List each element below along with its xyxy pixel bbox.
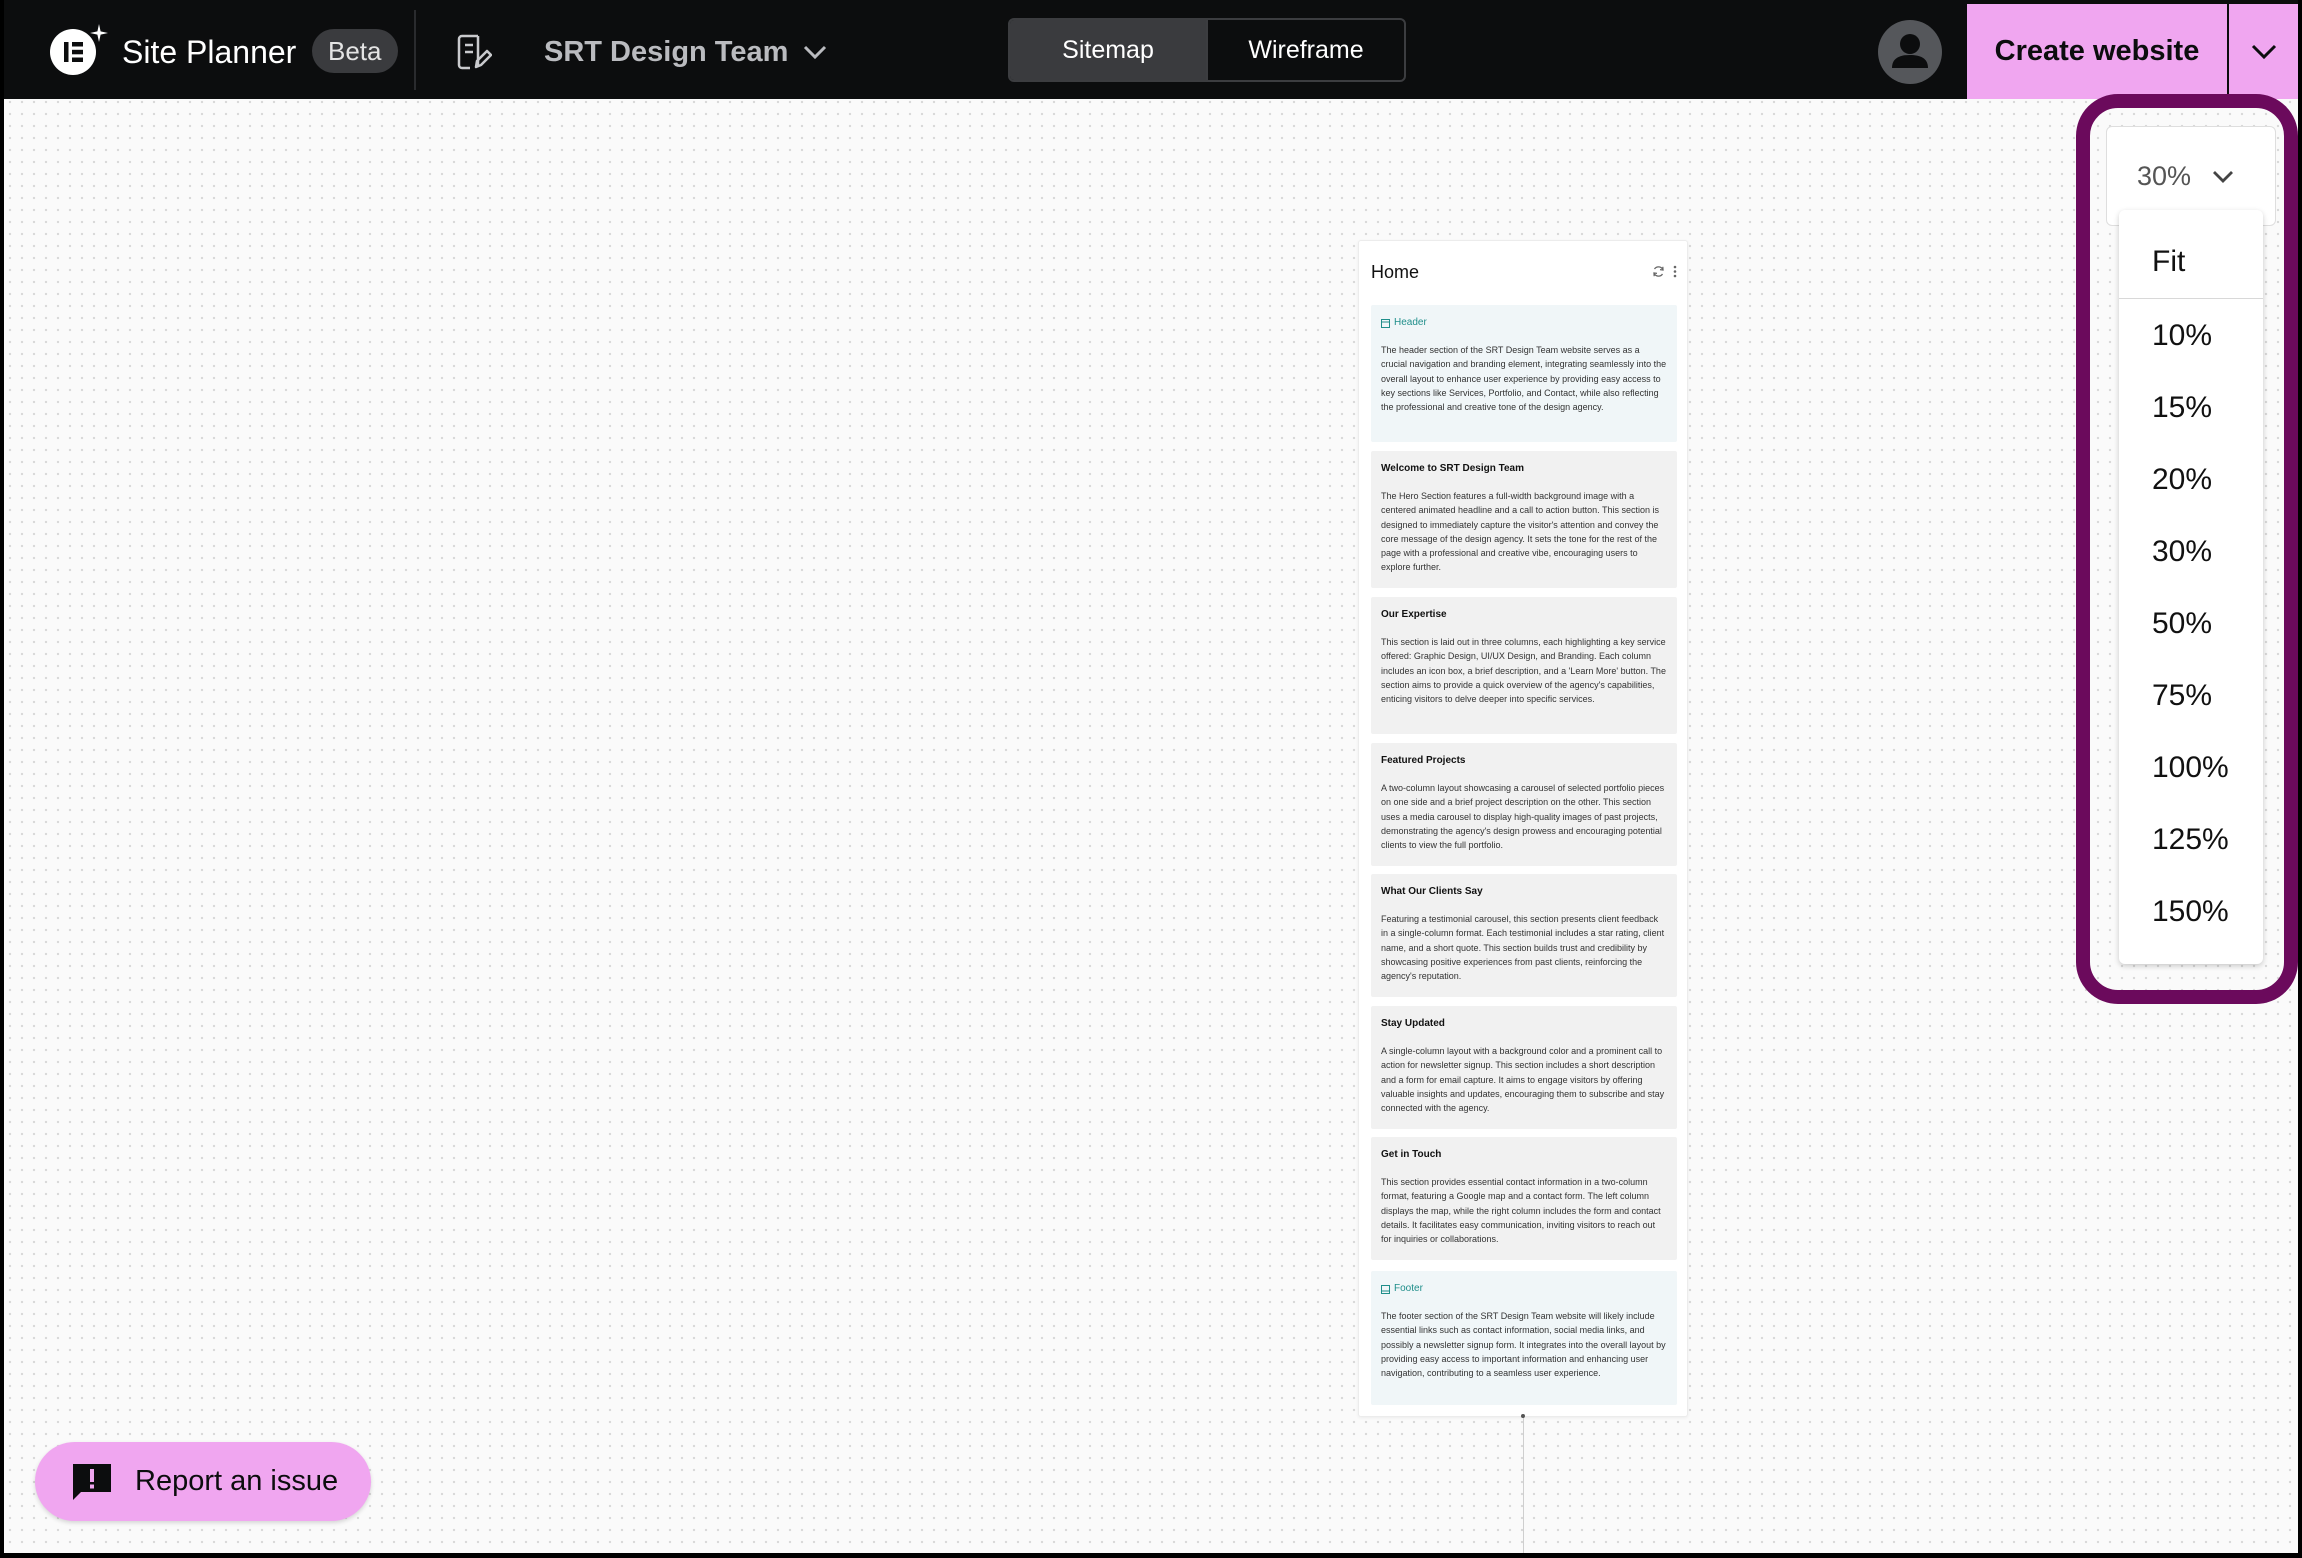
section-expertise[interactable]: Our Expertise This section is laid out i… <box>1371 597 1677 734</box>
zoom-option-75[interactable]: 75% <box>2119 660 2263 732</box>
section-description: A two-column layout showcasing a carouse… <box>1381 783 1665 851</box>
refresh-icon[interactable] <box>1652 265 1665 278</box>
section-title: Welcome to SRT Design Team <box>1381 463 1524 474</box>
top-bar: Site Planner Beta SRT Design Team Sitema… <box>4 0 2298 99</box>
header-section-icon <box>1381 318 1390 328</box>
create-website-menu-button[interactable] <box>2229 4 2298 99</box>
report-issue-label: Report an issue <box>135 1465 339 1497</box>
team-name: SRT Design Team <box>544 36 789 68</box>
section-description: The header section of the SRT Design Tea… <box>1381 345 1667 413</box>
section-get-in-touch[interactable]: Get in Touch This section provides essen… <box>1371 1137 1677 1260</box>
zoom-option-30[interactable]: 30% <box>2119 516 2263 588</box>
section-header[interactable]: Header The header section of the SRT Des… <box>1371 305 1677 442</box>
app-frame: Site Planner Beta SRT Design Team Sitema… <box>4 0 2298 1553</box>
footer-section-icon <box>1381 1284 1390 1294</box>
section-description: The Hero Section features a full-width b… <box>1381 491 1660 573</box>
sitemap-connector-line <box>1523 1417 1524 1553</box>
user-icon <box>1892 34 1928 68</box>
section-title: Get in Touch <box>1381 1149 1442 1160</box>
page-title: Home <box>1371 262 1420 282</box>
section-title: Header <box>1394 317 1427 328</box>
zoom-menu: Fit 10% 15% 20% 30% 50% 75% 100% 125% 15… <box>2119 210 2263 964</box>
app-title: Site Planner <box>122 34 297 70</box>
tab-sitemap[interactable]: Sitemap <box>1010 20 1208 80</box>
tab-wireframe[interactable]: Wireframe <box>1208 20 1404 80</box>
zoom-option-100[interactable]: 100% <box>2119 732 2263 804</box>
zoom-menu-divider <box>2119 298 2263 299</box>
view-toggle: Sitemap Wireframe <box>1008 18 1406 82</box>
team-selector[interactable]: SRT Design Team <box>544 30 828 74</box>
section-description: This section is laid out in three column… <box>1381 637 1666 705</box>
feedback-alert-icon <box>73 1463 111 1500</box>
section-featured-projects[interactable]: Featured Projects A two-column layout sh… <box>1371 743 1677 866</box>
zoom-option-fit[interactable]: Fit <box>2119 226 2263 298</box>
zoom-option-150[interactable]: 150% <box>2119 876 2263 948</box>
zoom-current-value: 30% <box>2137 160 2192 191</box>
report-issue-button[interactable]: Report an issue <box>35 1442 371 1521</box>
section-description: Featuring a testimonial carousel, this s… <box>1381 914 1665 982</box>
section-footer[interactable]: Footer The footer section of the SRT Des… <box>1371 1271 1677 1405</box>
card-tools <box>1652 265 1677 278</box>
sitemap-page-card[interactable]: Home Header The header section of the SR… <box>1358 240 1688 1417</box>
zoom-option-20[interactable]: 20% <box>2119 444 2263 516</box>
sparkle-icon <box>90 24 108 42</box>
section-description: This section provides essential contact … <box>1381 1177 1661 1245</box>
more-options-icon[interactable] <box>1673 265 1677 278</box>
chevron-down-icon <box>804 45 827 60</box>
section-testimonials[interactable]: What Our Clients Say Featuring a testimo… <box>1371 874 1677 997</box>
section-title: What Our Clients Say <box>1381 886 1483 897</box>
section-title: Our Expertise <box>1381 609 1447 620</box>
zoom-option-10[interactable]: 10% <box>2119 300 2263 372</box>
chevron-down-icon <box>2213 170 2234 183</box>
sitemap-connector-dot <box>1521 1414 1525 1418</box>
section-description: The footer section of the SRT Design Tea… <box>1381 1311 1666 1379</box>
beta-badge: Beta <box>312 29 398 73</box>
section-hero[interactable]: Welcome to SRT Design Team The Hero Sect… <box>1371 451 1677 588</box>
create-website-button[interactable]: Create website <box>1967 4 2227 99</box>
section-description: A single-column layout with a background… <box>1381 1046 1665 1114</box>
page-edit-icon[interactable] <box>456 33 492 71</box>
section-stay-updated[interactable]: Stay Updated A single-column layout with… <box>1371 1006 1677 1129</box>
chevron-down-icon <box>2251 44 2276 59</box>
section-title: Footer <box>1394 1283 1423 1294</box>
user-avatar[interactable] <box>1878 20 1942 84</box>
zoom-option-50[interactable]: 50% <box>2119 588 2263 660</box>
zoom-option-15[interactable]: 15% <box>2119 372 2263 444</box>
toolbar-divider <box>414 10 416 90</box>
zoom-option-125[interactable]: 125% <box>2119 804 2263 876</box>
section-title: Featured Projects <box>1381 755 1466 766</box>
section-title: Stay Updated <box>1381 1018 1445 1029</box>
